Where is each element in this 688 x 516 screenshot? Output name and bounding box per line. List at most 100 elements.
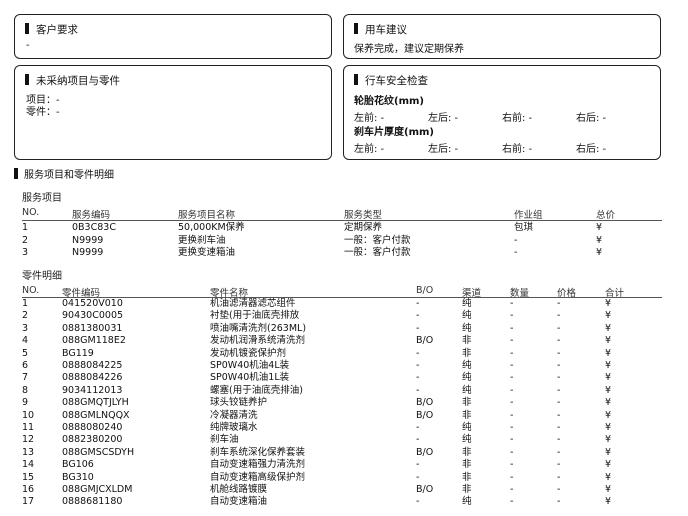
part-cell: 0881380031 <box>62 322 123 334</box>
part-cell: 纯 <box>462 322 472 334</box>
services-header-total: 总价 <box>596 210 616 221</box>
part-cell: 0888080240 <box>62 422 123 433</box>
part-cell: 12 <box>22 434 35 446</box>
part-cell: ¥ <box>605 422 612 433</box>
part-cell: 喷油嘴清洗剂(263ML) <box>210 322 307 334</box>
part-cell: 0882380200 <box>62 434 123 446</box>
part-cell: 15 <box>22 471 35 483</box>
service-cell: 更换变速箱油 <box>178 247 236 258</box>
part-cell: 6 <box>22 360 29 371</box>
part-cell: ¥ <box>605 459 612 471</box>
part-cell: - <box>557 484 561 495</box>
part-cell: ¥ <box>605 384 612 396</box>
services-header-name: 服务项目名称 <box>178 210 236 221</box>
part-cell: - <box>557 310 561 322</box>
part-cell: 0888681180 <box>62 496 123 508</box>
part-cell: - <box>416 496 420 508</box>
part-cell: - <box>557 459 561 471</box>
part-cell: 纯牌玻璃水 <box>210 422 258 433</box>
part-cell: ¥ <box>605 347 612 359</box>
part-cell: - <box>557 496 561 508</box>
service-cell: N9999 <box>72 247 104 258</box>
part-cell: 纯 <box>462 360 472 371</box>
service-cell: ¥ <box>596 234 603 246</box>
part-cell: 9034112013 <box>62 384 123 396</box>
part-cell: 14 <box>22 459 35 471</box>
part-cell: 7 <box>22 372 29 384</box>
part-cell: - <box>557 347 561 359</box>
unpurchased-title: 未采纳项目与零件 <box>25 73 120 88</box>
customer-request-box: 客户要求 - <box>14 14 332 59</box>
part-cell: 螺塞(用于油底壳排油) <box>210 384 303 396</box>
part-cell: 088GMSCSDYH <box>62 446 135 458</box>
part-cell: 088GM118E2 <box>62 335 126 347</box>
part-cell: B/O <box>416 409 434 421</box>
part-cell: - <box>416 471 420 483</box>
service-cell: 一般：客户付款 <box>344 234 411 246</box>
part-cell: 4 <box>22 335 29 347</box>
part-cell: 11 <box>22 422 35 433</box>
part-cell: - <box>557 335 561 347</box>
part-cell: - <box>510 298 514 309</box>
part-cell: - <box>510 360 514 371</box>
part-cell: 非 <box>462 335 472 347</box>
service-cell: 3 <box>22 247 29 258</box>
part-cell: ¥ <box>605 446 612 458</box>
part-table-row: 5 BG119 发动机镀瓷保护剂 - 非 - - ¥ <box>0 348 688 360</box>
part-cell: 刹车系统深化保养套装 <box>210 446 306 458</box>
customer-request-title: 客户要求 <box>25 22 78 37</box>
part-table-row: 8 9034112013 螺塞(用于油底壳排油) - 纯 - - ¥ <box>0 385 688 397</box>
part-cell: - <box>510 484 514 495</box>
service-cell: N9999 <box>72 234 104 246</box>
part-cell: ¥ <box>605 335 612 347</box>
part-cell: 冷凝器清洗 <box>210 409 258 421</box>
part-cell: 5 <box>22 347 29 359</box>
part-cell: ¥ <box>605 496 612 508</box>
service-table-row: 1 0B3C83C 50,000KM保养 定期保养 包琪 ¥ <box>0 222 688 234</box>
part-cell: 非 <box>462 446 472 458</box>
part-cell: 3 <box>22 322 29 334</box>
suggestion-title: 用车建议 <box>354 22 407 37</box>
part-cell: 非 <box>462 397 472 409</box>
part-cell: B/O <box>416 484 434 495</box>
brake-title: 刹车片厚度(mm) <box>354 127 434 138</box>
part-cell: 8 <box>22 384 29 396</box>
part-table-row: 6 0888084225 SP0W40机油4L装 - 纯 - - ¥ <box>0 360 688 372</box>
part-cell: 0888084226 <box>62 372 123 384</box>
part-table-row: 1 041520V010 机油滤清器滤芯组件 - 纯 - - ¥ <box>0 298 688 310</box>
part-cell: 非 <box>462 347 472 359</box>
part-cell: 自动变速箱强力清洗剂 <box>210 459 306 471</box>
services-header-code: 服务编码 <box>72 210 111 221</box>
part-table-row: 10 088GMLNQQX 冷凝器清洗 B/O 非 - - ¥ <box>0 410 688 422</box>
tread-rear-left: 左后: - <box>428 113 459 124</box>
part-cell: 发动机镀瓷保护剂 <box>210 347 287 359</box>
part-cell: 10 <box>22 409 35 421</box>
part-cell: - <box>416 422 420 433</box>
part-cell: B/O <box>416 446 434 458</box>
part-cell: - <box>510 347 514 359</box>
part-cell: 纯 <box>462 310 472 322</box>
service-table-row: 3 N9999 更换变速箱油 一般：客户付款 - ¥ <box>0 247 688 259</box>
part-table-row: 9 088GMQTJLYH 球头铰链养护 B/O 非 - - ¥ <box>0 397 688 409</box>
part-cell: 041520V010 <box>62 298 123 309</box>
suggestion-value: 保养完成，建议定期保养 <box>354 44 464 55</box>
services-header-rule <box>22 220 662 221</box>
safety-check-title: 行车安全检查 <box>354 73 428 88</box>
brake-front-left: 左前: - <box>354 144 385 155</box>
part-cell: 非 <box>462 459 472 471</box>
part-cell: BG310 <box>62 471 94 483</box>
brake-rear-right: 右后: - <box>576 144 607 155</box>
part-cell: - <box>510 446 514 458</box>
part-cell: 13 <box>22 446 35 458</box>
part-cell: ¥ <box>605 471 612 483</box>
part-cell: 2 <box>22 310 29 322</box>
service-cell: - <box>514 234 518 246</box>
part-cell: 机舱线路镀膜 <box>210 484 268 495</box>
parts-header-bo: B/O <box>416 285 434 296</box>
part-cell: ¥ <box>605 360 612 371</box>
part-cell: B/O <box>416 335 434 347</box>
part-cell: 16 <box>22 484 35 495</box>
part-table-row: 12 0882380200 刹车油 - 纯 - - ¥ <box>0 434 688 446</box>
part-table-row: 4 088GM118E2 发动机润滑系统清洗剂 B/O 非 - - ¥ <box>0 335 688 347</box>
brake-front-right: 右前: - <box>502 144 533 155</box>
